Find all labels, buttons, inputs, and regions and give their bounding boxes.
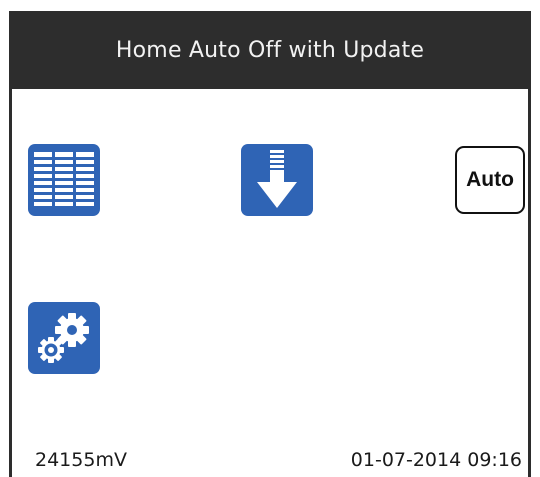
voltage-readout: 24155mV (35, 449, 127, 471)
settings-button[interactable] (28, 302, 100, 374)
auto-button[interactable]: Auto (455, 146, 525, 214)
list-button[interactable] (28, 144, 100, 216)
list-icon (34, 152, 94, 208)
datetime-readout: 01-07-2014 09:16 (350, 449, 522, 471)
gears-icon (32, 306, 96, 370)
download-icon (255, 150, 299, 210)
main-screen: Auto 24155mV 01-07-2014 09:16 (12, 89, 528, 477)
download-button[interactable] (241, 144, 313, 216)
device-frame: Home Auto Off with Update Auto 24155mV 0… (9, 11, 531, 477)
auto-button-label: Auto (466, 168, 514, 191)
title-bar: Home Auto Off with Update (9, 11, 531, 89)
page-title: Home Auto Off with Update (115, 37, 425, 63)
